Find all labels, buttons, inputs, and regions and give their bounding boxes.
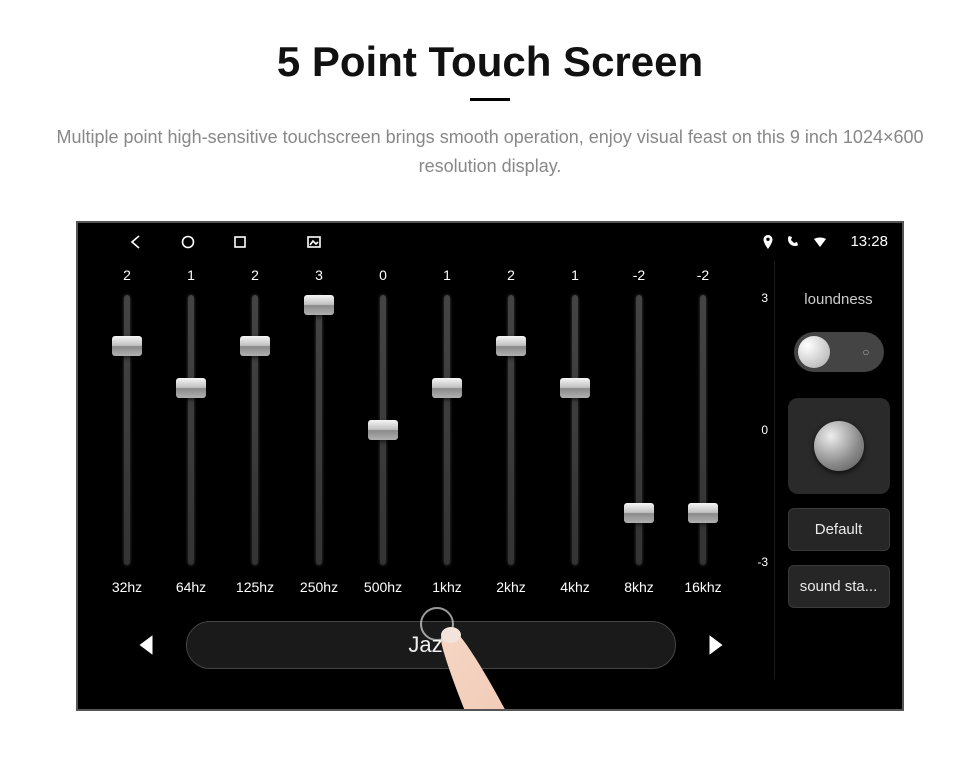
- eq-band-4khz: 1 4khz: [550, 267, 600, 607]
- page-title: 5 Point Touch Screen: [0, 38, 980, 86]
- eq-band-value: 2: [123, 267, 131, 289]
- eq-band-freq: 1khz: [432, 579, 462, 595]
- eq-slider-thumb[interactable]: [112, 336, 142, 356]
- balance-joystick[interactable]: [788, 398, 890, 494]
- location-icon[interactable]: [760, 234, 776, 250]
- eq-slider[interactable]: [252, 295, 258, 565]
- soundstage-button[interactable]: sound sta...: [788, 565, 890, 608]
- eq-slider[interactable]: [508, 295, 514, 565]
- side-panel: loundness ○ Default sound sta...: [774, 261, 902, 679]
- eq-band-250hz: 3 250hz: [294, 267, 344, 607]
- wifi-icon: [812, 234, 828, 250]
- status-bar: 13:28: [78, 223, 902, 261]
- eq-band-freq: 2khz: [496, 579, 526, 595]
- eq-slider-thumb[interactable]: [624, 503, 654, 523]
- loudness-toggle[interactable]: ○: [794, 332, 884, 372]
- default-button[interactable]: Default: [788, 508, 890, 551]
- eq-slider-thumb[interactable]: [496, 336, 526, 356]
- eq-band-freq: 250hz: [300, 579, 338, 595]
- eq-scale: 3 0 -3: [757, 291, 768, 569]
- eq-band-freq: 8khz: [624, 579, 654, 595]
- eq-slider[interactable]: [124, 295, 130, 565]
- eq-slider[interactable]: [636, 295, 642, 565]
- scale-mid: 0: [761, 423, 768, 437]
- eq-slider[interactable]: [380, 295, 386, 565]
- device-frame: 13:28 232hz164hz2125hz3250hz0500hz11khz2…: [76, 221, 904, 711]
- eq-band-2khz: 2 2khz: [486, 267, 536, 607]
- scale-max: 3: [761, 291, 768, 305]
- preset-name[interactable]: Jazz: [186, 621, 676, 669]
- eq-band-1khz: 1 1khz: [422, 267, 472, 607]
- eq-slider-thumb[interactable]: [240, 336, 270, 356]
- eq-band-freq: 4khz: [560, 579, 590, 595]
- eq-slider-thumb[interactable]: [560, 378, 590, 398]
- eq-slider[interactable]: [572, 295, 578, 565]
- eq-slider-thumb[interactable]: [304, 295, 334, 315]
- eq-band-value: 2: [251, 267, 259, 289]
- equalizer-grid: 2 32hz 1 64hz 2 125hz 3 250hz 0 500hz 1 1khz 2 2khz 1 4…: [102, 267, 760, 607]
- recent-icon[interactable]: [232, 234, 248, 250]
- eq-band-125hz: 2 125hz: [230, 267, 280, 607]
- image-icon[interactable]: [306, 234, 322, 250]
- eq-band-value: 3: [315, 267, 323, 289]
- home-icon[interactable]: [180, 234, 196, 250]
- phone-icon[interactable]: [786, 234, 802, 250]
- eq-band-freq: 125hz: [236, 579, 274, 595]
- eq-band-freq: 64hz: [176, 579, 206, 595]
- eq-band-value: 1: [187, 267, 195, 289]
- eq-band-freq: 16khz: [684, 579, 721, 595]
- preset-next-button[interactable]: [698, 627, 734, 663]
- eq-slider-thumb[interactable]: [176, 378, 206, 398]
- eq-band-value: -2: [697, 267, 709, 289]
- eq-band-16khz: -2 16khz: [678, 267, 728, 607]
- eq-band-500hz: 0 500hz: [358, 267, 408, 607]
- eq-band-value: 1: [443, 267, 451, 289]
- toggle-knob: [798, 336, 830, 368]
- title-underline: [470, 98, 510, 101]
- eq-band-freq: 500hz: [364, 579, 402, 595]
- back-icon[interactable]: [128, 234, 144, 250]
- scale-min: -3: [757, 555, 768, 569]
- eq-band-value: 1: [571, 267, 579, 289]
- eq-slider[interactable]: [700, 295, 706, 565]
- eq-band-64hz: 1 64hz: [166, 267, 216, 607]
- eq-band-8khz: -2 8khz: [614, 267, 664, 607]
- eq-band-32hz: 2 32hz: [102, 267, 152, 607]
- eq-slider[interactable]: [188, 295, 194, 565]
- eq-slider[interactable]: [316, 295, 322, 565]
- page-description: Multiple point high-sensitive touchscree…: [0, 123, 980, 181]
- toggle-off-indicator: ○: [862, 345, 869, 359]
- eq-band-freq: 32hz: [112, 579, 142, 595]
- clock: 13:28: [850, 233, 888, 250]
- eq-slider-thumb[interactable]: [368, 420, 398, 440]
- loudness-label: loundness: [804, 291, 872, 308]
- equalizer-area: 2 32hz 1 64hz 2 125hz 3 250hz 0 500hz 1 1khz 2 2khz 1 4…: [78, 261, 774, 679]
- joystick-stick: [814, 421, 864, 471]
- eq-band-value: -2: [633, 267, 645, 289]
- eq-slider[interactable]: [444, 295, 450, 565]
- eq-band-value: 0: [379, 267, 387, 289]
- eq-band-value: 2: [507, 267, 515, 289]
- eq-slider-thumb[interactable]: [688, 503, 718, 523]
- preset-prev-button[interactable]: [128, 627, 164, 663]
- eq-slider-thumb[interactable]: [432, 378, 462, 398]
